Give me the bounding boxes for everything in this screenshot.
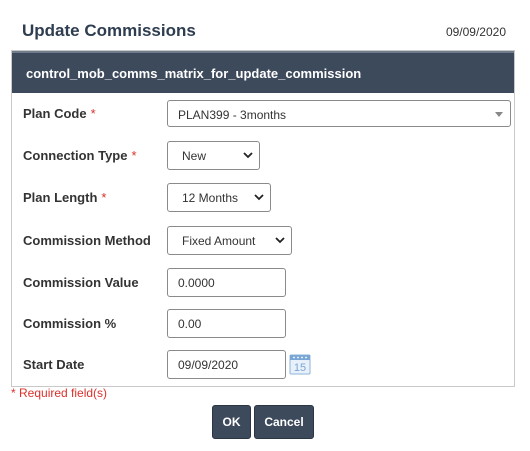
commission-pct-label: Commission % (23, 316, 117, 331)
chevron-down-icon (275, 237, 285, 244)
start-date-row: Start Date 09/09/2020 15 (12, 350, 514, 380)
required-mark: * (90, 106, 96, 121)
connection-type-label: Connection Type * (23, 148, 137, 163)
connection-type-select[interactable]: New (167, 141, 260, 170)
panel-title: control_mob_comms_matrix_for_update_comm… (26, 66, 362, 81)
required-fields-note: * Required field(s) (11, 386, 108, 400)
cancel-button[interactable]: Cancel (254, 405, 314, 439)
commission-method-value: Fixed Amount (182, 234, 256, 248)
commission-method-label: Commission Method (23, 233, 151, 248)
chevron-down-icon (254, 194, 264, 201)
start-date-label: Start Date (23, 357, 85, 372)
plan-code-combobox[interactable]: PLAN399 - 3months (167, 100, 511, 127)
plan-code-label: Plan Code * (23, 106, 96, 121)
plan-code-row: Plan Code * PLAN399 - 3months (12, 99, 514, 129)
start-date-text: 09/09/2020 (178, 358, 239, 372)
connection-type-value: New (182, 149, 207, 163)
dialog-date: 09/09/2020 (445, 25, 506, 39)
plan-length-select[interactable]: 12 Months (167, 183, 271, 212)
ok-button[interactable]: OK (212, 405, 251, 439)
panel-header: control_mob_comms_matrix_for_update_comm… (12, 51, 514, 93)
chevron-down-icon (243, 152, 253, 159)
plan-length-value: 12 Months (182, 191, 239, 205)
required-mark: * (131, 148, 137, 163)
commission-value-label: Commission Value (23, 275, 139, 290)
required-mark: * (101, 190, 107, 205)
commission-value-row: Commission Value 0.0000 (12, 268, 514, 298)
update-commissions-dialog: Update Commissions 09/09/2020 control_mo… (0, 0, 530, 451)
commission-pct-text: 0.00 (178, 317, 202, 331)
dialog-title: Update Commissions (22, 21, 196, 40)
commission-method-row: Commission Method Fixed Amount (12, 226, 514, 256)
connection-type-row: Connection Type * New (12, 141, 514, 171)
plan-code-value: PLAN399 - 3months (178, 108, 287, 122)
calendar-day: 15 (294, 362, 306, 374)
form-panel: control_mob_comms_matrix_for_update_comm… (11, 50, 515, 387)
commission-value-input[interactable]: 0.0000 (167, 268, 286, 297)
start-date-input[interactable]: 09/09/2020 (167, 350, 286, 379)
calendar-icon[interactable]: 15 (289, 353, 311, 375)
commission-pct-row: Commission % 0.00 (12, 309, 514, 339)
plan-length-label: Plan Length * (23, 190, 107, 205)
commission-method-select[interactable]: Fixed Amount (167, 226, 292, 255)
commission-value-text: 0.0000 (178, 276, 215, 290)
plan-length-row: Plan Length * 12 Months (12, 183, 514, 213)
commission-pct-input[interactable]: 0.00 (167, 309, 286, 338)
dropdown-arrow-icon[interactable] (495, 112, 503, 117)
